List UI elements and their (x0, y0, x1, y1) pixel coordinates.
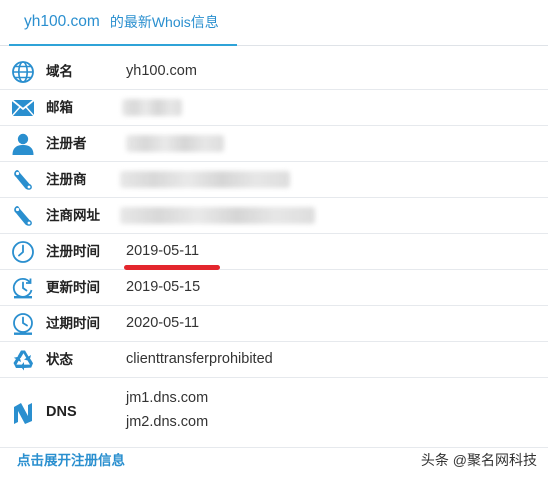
row-status: 状态 clienttransferprohibited (0, 342, 548, 378)
dns-icon (14, 403, 32, 424)
tab-domain: yh100.com (24, 13, 100, 30)
value-registration-date: 2019-05-11 (126, 243, 200, 259)
expand-registration-info-link[interactable]: 点击展开注册信息 (17, 449, 125, 469)
label-dns: DNS (46, 404, 77, 420)
row-registration-date: 注册时间 2019-05-11 (0, 234, 548, 270)
label-registrar: 注册商 (46, 172, 87, 187)
dns-server-1: jm1.dns.com (126, 390, 209, 406)
tab-whois-info[interactable]: yh100.com 的最新Whois信息 (9, 0, 237, 46)
row-updated-date: 更新时间 2019-05-15 (0, 270, 548, 306)
value-updated-date: 2019-05-15 (126, 279, 201, 295)
registrar-icon (14, 170, 32, 190)
label-domain: 域名 (46, 64, 73, 79)
redacted-email (122, 99, 182, 116)
row-registrar: 注册商 (0, 162, 548, 198)
label-updated-date: 更新时间 (46, 280, 100, 295)
globe-icon (12, 61, 34, 83)
label-expiry-date: 过期时间 (46, 316, 100, 331)
label-email: 邮箱 (46, 100, 73, 115)
value-expiry-date: 2020-05-11 (126, 315, 200, 331)
row-email: 邮箱 (0, 90, 548, 126)
person-icon (12, 133, 34, 155)
label-status: 状态 (46, 352, 73, 367)
registrar-url-icon (14, 206, 32, 226)
redacted-registrant (126, 135, 224, 152)
recycle-icon (13, 350, 33, 371)
watermark: 头条 @聚名网科技 (420, 452, 537, 468)
value-status: clienttransferprohibited (126, 351, 273, 367)
redacted-registrar (120, 171, 290, 188)
clock-expire-icon (13, 313, 33, 335)
envelope-icon (11, 99, 35, 117)
row-dns: DNS jm1.dns.com jm2.dns.com (0, 378, 548, 448)
row-registrar-url: 注商网址 (0, 198, 548, 234)
label-registrar-url: 注商网址 (46, 208, 100, 223)
dns-server-list: jm1.dns.com jm2.dns.com (126, 386, 208, 434)
label-registration-date: 注册时间 (46, 244, 100, 259)
redacted-registrar-url (120, 207, 315, 224)
red-highlight-underline (124, 265, 220, 270)
value-domain: yh100.com (126, 63, 197, 79)
tab-bar: yh100.com 的最新Whois信息 (0, 0, 548, 46)
label-registrant: 注册者 (46, 136, 87, 151)
row-domain: 域名 yh100.com (0, 54, 548, 90)
whois-table: 域名 yh100.com 邮箱 注册者 注册商 注商网址 注册时间 2019-0… (0, 54, 548, 448)
tab-suffix: 的最新Whois信息 (109, 14, 219, 30)
clock-icon (12, 241, 34, 263)
clock-refresh-icon (12, 278, 33, 299)
dns-server-2: jm2.dns.com (126, 414, 209, 430)
row-registrant: 注册者 (0, 126, 548, 162)
row-expiry-date: 过期时间 2020-05-11 (0, 306, 548, 342)
